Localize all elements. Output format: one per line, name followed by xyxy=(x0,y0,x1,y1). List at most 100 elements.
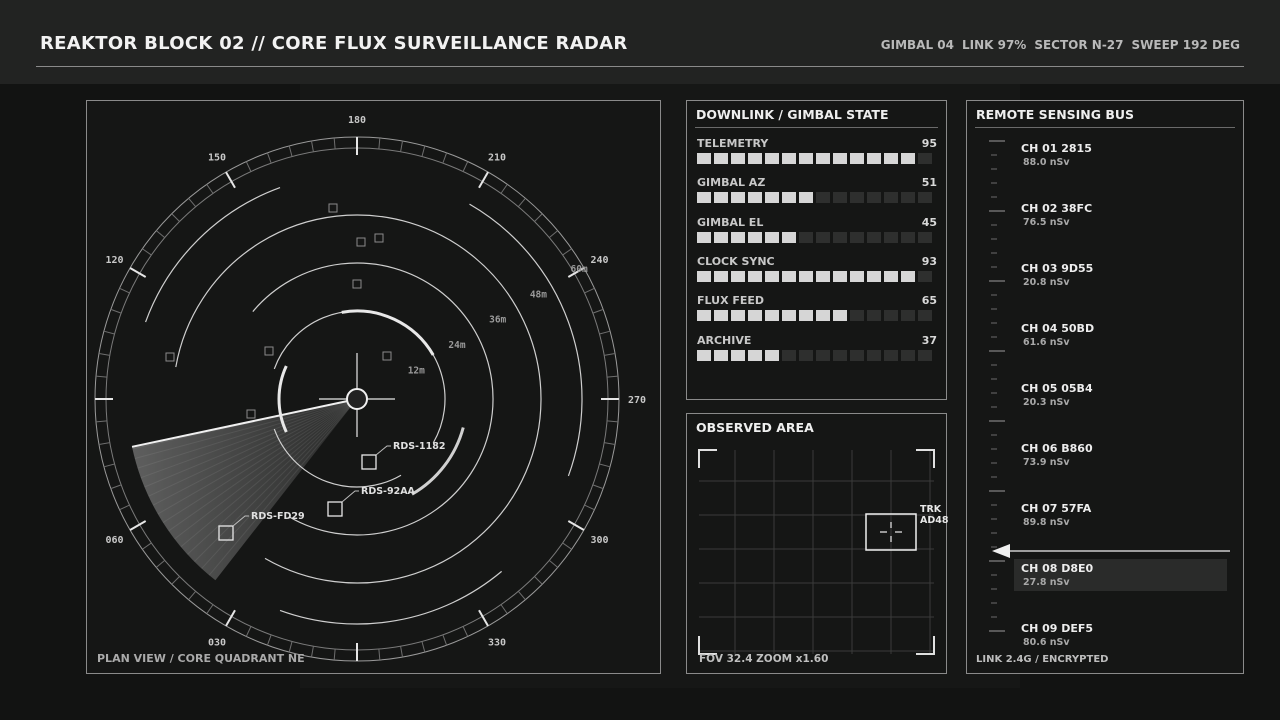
bearing-tick xyxy=(548,230,559,239)
bearing-tick xyxy=(245,161,252,172)
observed-area-panel[interactable]: OBSERVED AREA TRK AD48 FOV 32.4 ZOOM x1.… xyxy=(686,413,948,674)
channel-row[interactable]: CH 02 38FC 76.5 nSv xyxy=(1014,199,1227,231)
metric-cell xyxy=(748,192,762,204)
metric-cell xyxy=(918,231,932,243)
metric-cell xyxy=(748,270,762,282)
bearing-tick xyxy=(599,463,611,468)
metric-label: TELEMETRY xyxy=(697,137,769,150)
metric-cell xyxy=(918,349,932,361)
channel-reading: 88.0 nSv xyxy=(1023,157,1070,168)
bearing-tick xyxy=(98,442,110,445)
channel-reading: 73.9 nSv xyxy=(1023,457,1070,468)
status-sweep: SWEEP 192 DEG xyxy=(1131,38,1240,52)
metric-cell xyxy=(901,153,915,164)
metric-cell xyxy=(901,349,915,361)
metric-bar xyxy=(697,231,932,243)
status-link: LINK 97% xyxy=(961,38,1027,52)
metric-cell xyxy=(867,310,881,322)
channel-row[interactable]: CH 06 B860 73.9 nSv xyxy=(1014,439,1227,471)
bearing-tick xyxy=(400,140,403,152)
metric-cell xyxy=(816,231,830,243)
bearing-tick xyxy=(119,287,130,294)
bearing-label: 300 xyxy=(590,535,608,546)
metric-cell xyxy=(816,153,830,164)
bearing-tick xyxy=(266,152,272,164)
clutter-return xyxy=(374,233,384,243)
bearing-tick xyxy=(378,649,381,661)
channel-row[interactable]: CH 09 DEF5 80.6 nSv xyxy=(1014,619,1227,651)
clutter-return xyxy=(246,409,256,419)
channel-row[interactable]: CH 07 57FA 89.8 nSv xyxy=(1014,499,1227,531)
metric-cell xyxy=(714,349,728,361)
metric-cell xyxy=(884,349,898,361)
range-ring-60m xyxy=(469,203,583,477)
metric-cell xyxy=(731,231,745,243)
bearing-tick xyxy=(103,330,115,335)
bearing-tick xyxy=(534,576,543,585)
metric-cell xyxy=(833,270,847,282)
metric-cell xyxy=(884,270,898,282)
metric-row: CLOCK SYNC 93 xyxy=(697,255,937,291)
bearing-tick xyxy=(604,442,616,445)
metric-cell xyxy=(833,310,847,322)
channel-id: CH 06 B860 xyxy=(1021,442,1093,455)
target-label: RDS-FD29 xyxy=(251,511,305,522)
bearing-tick xyxy=(462,161,469,172)
metric-cell xyxy=(884,192,898,204)
metric-cell xyxy=(782,192,796,204)
radar-scope[interactable]: 00003006009012015018021024027030033012m2… xyxy=(87,101,660,673)
bearing-tick xyxy=(171,213,180,222)
target-box-icon[interactable] xyxy=(361,454,377,470)
channel-row[interactable]: CH 05 05B4 20.3 nSv xyxy=(1014,379,1227,411)
metric-cell xyxy=(918,310,932,322)
observed-viewport[interactable] xyxy=(687,414,946,673)
bearing-label: 150 xyxy=(208,153,226,164)
channel-id: CH 04 50BD xyxy=(1021,322,1095,335)
bearing-tick xyxy=(142,542,152,550)
target-box-icon[interactable] xyxy=(327,501,343,517)
channel-reading: 20.3 nSv xyxy=(1023,397,1070,408)
bearing-label: 120 xyxy=(105,255,123,266)
metric-cell xyxy=(884,231,898,243)
channel-row[interactable]: CH 01 2815 88.0 nSv xyxy=(1014,139,1227,171)
bearing-tick xyxy=(95,375,107,378)
channel-reading: 76.5 nSv xyxy=(1023,217,1070,228)
range-ring-60m xyxy=(145,187,281,323)
metric-cell xyxy=(697,192,711,204)
clutter-return xyxy=(264,346,274,356)
radar-panel[interactable]: 00003006009012015018021024027030033012m2… xyxy=(86,100,661,674)
metric-cell xyxy=(748,153,762,164)
channel-row[interactable]: CH 03 9D55 20.8 nSv xyxy=(1014,259,1227,291)
metric-label: GIMBAL EL xyxy=(697,215,764,229)
channel-reading: 80.6 nSv xyxy=(1023,637,1070,648)
metric-cell xyxy=(748,310,762,322)
metric-bar xyxy=(697,153,932,164)
metric-cell xyxy=(867,231,881,243)
bearing-tick xyxy=(288,641,293,653)
channel-reading: 27.8 nSv xyxy=(1023,577,1070,588)
metric-cell xyxy=(816,349,830,361)
bearing-tick xyxy=(534,213,543,222)
metric-label: GIMBAL AZ xyxy=(697,176,766,190)
bearing-tick xyxy=(442,634,448,646)
clutter-return xyxy=(328,203,338,213)
downlink-title: DOWNLINK / GIMBAL STATE xyxy=(696,107,889,122)
bearing-label: 030 xyxy=(208,637,226,648)
metric-value: 65 xyxy=(921,294,937,308)
bearing-tick xyxy=(517,197,526,208)
arrow-left-icon[interactable] xyxy=(992,544,1010,558)
observed-footer: FOV 32.4 ZOOM x1.60 xyxy=(699,653,829,665)
bearing-tick xyxy=(266,634,272,646)
channel-row[interactable]: CH 04 50BD 61.6 nSv xyxy=(1014,319,1227,351)
metric-cell xyxy=(833,153,847,164)
radar-footer: PLAN VIEW / CORE QUADRANT NE xyxy=(97,652,305,665)
metric-cell xyxy=(816,192,830,204)
bearing-label: 180 xyxy=(348,115,366,126)
channel-row-selected[interactable]: CH 08 D8E0 27.8 nSv xyxy=(1014,559,1227,591)
bearing-tick xyxy=(98,353,110,356)
bearing-tick xyxy=(110,308,122,314)
bearing-tick xyxy=(400,646,403,658)
bearing-tick xyxy=(607,375,619,378)
bearing-tick xyxy=(333,137,336,149)
metric-cell xyxy=(918,270,932,282)
